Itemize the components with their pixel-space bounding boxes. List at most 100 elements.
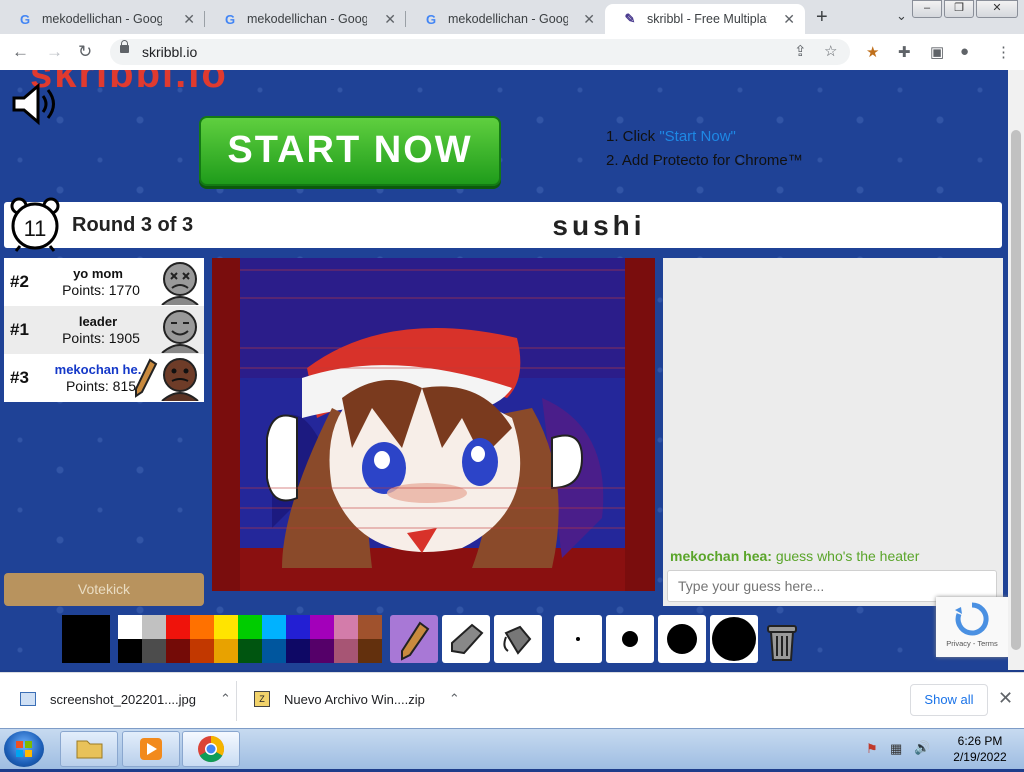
chat-text: guess who's the heater: [775, 548, 920, 564]
color-swatch[interactable]: [286, 615, 310, 639]
color-swatch[interactable]: [286, 639, 310, 663]
avatar-smile-icon: [161, 310, 199, 353]
new-tab-icon[interactable]: +: [816, 6, 828, 29]
back-icon[interactable]: ←: [12, 42, 29, 62]
google-icon: G: [19, 11, 31, 27]
player-rank: #1: [10, 320, 29, 339]
close-window-button[interactable]: ✕: [976, 0, 1018, 18]
ad-step-1: 1. Click "Start Now": [606, 128, 736, 145]
brush-size-2-button[interactable]: [606, 615, 654, 663]
color-swatch[interactable]: [142, 639, 166, 663]
divider: [236, 681, 237, 721]
profile-icon[interactable]: ●: [960, 43, 969, 60]
color-swatch[interactable]: [334, 615, 358, 639]
download-item[interactable]: screenshot_202201....jpg ⌃: [20, 691, 231, 707]
color-swatch[interactable]: [142, 615, 166, 639]
explorer-taskbar-button[interactable]: [60, 731, 118, 767]
color-swatch[interactable]: [238, 639, 262, 663]
skribbl-page: skribbl.io START NOW 1. Click "Start Now…: [0, 70, 1008, 670]
pencil-tool-button[interactable]: [390, 615, 438, 663]
tab-skribbl[interactable]: ✎ skribbl - Free Multiplayer ✕: [605, 4, 805, 34]
chat-message: mekochan hea: guess who's the heater: [670, 548, 919, 564]
tab-google-3[interactable]: G mekodellichan - Google S ✕: [406, 4, 605, 34]
color-swatch[interactable]: [190, 615, 214, 639]
color-swatch[interactable]: [118, 639, 142, 663]
color-swatch[interactable]: [214, 615, 238, 639]
show-all-button[interactable]: Show all: [910, 684, 988, 716]
color-swatch[interactable]: [262, 615, 286, 639]
current-color-swatch: [62, 615, 110, 663]
speaker-icon[interactable]: [10, 82, 56, 126]
close-icon[interactable]: ✕: [998, 688, 1013, 709]
color-swatch[interactable]: [190, 639, 214, 663]
current-word: sushi: [552, 210, 646, 241]
extension-star-icon[interactable]: ★: [866, 43, 879, 61]
sidepanel-icon[interactable]: ▣: [930, 43, 944, 61]
maximize-button[interactable]: ❐: [944, 0, 974, 18]
chrome-taskbar-button[interactable]: [182, 731, 240, 767]
minimize-button[interactable]: –: [912, 0, 942, 18]
color-swatch[interactable]: [166, 639, 190, 663]
fill-tool-button[interactable]: [494, 615, 542, 663]
taskbar-clock[interactable]: 6:26 PM 2/19/2022: [940, 733, 1020, 765]
brush-size-1-button[interactable]: [554, 615, 602, 663]
close-tab-icon[interactable]: ✕: [783, 11, 795, 28]
color-swatch[interactable]: [310, 615, 334, 639]
volume-icon[interactable]: 🔊: [914, 740, 930, 756]
color-swatch[interactable]: [262, 639, 286, 663]
player-points: Points: 1905: [62, 330, 140, 346]
eraser-icon: [451, 623, 484, 655]
network-icon[interactable]: ▦: [890, 741, 902, 757]
close-tab-icon[interactable]: ✕: [183, 11, 195, 28]
image-file-icon: [20, 692, 36, 706]
bookmark-star-icon[interactable]: ☆: [824, 42, 837, 60]
google-icon: G: [224, 11, 236, 27]
color-swatch[interactable]: [310, 639, 334, 663]
chevron-up-icon[interactable]: ⌃: [220, 691, 231, 707]
puzzle-icon[interactable]: ✚: [898, 43, 911, 61]
start-button[interactable]: [4, 731, 44, 767]
avatar-brown-icon: [161, 358, 199, 401]
page-scrollbar[interactable]: [1008, 70, 1024, 670]
tab-strip: G mekodellichan - Google S ✕ G mekodelli…: [0, 0, 1024, 34]
color-swatch[interactable]: [238, 615, 262, 639]
chat-panel: mekochan hea: guess who's the heater: [663, 258, 1003, 606]
color-swatch[interactable]: [358, 615, 382, 639]
download-item[interactable]: Z Nuevo Archivo Win....zip ⌃: [254, 691, 460, 707]
close-tab-icon[interactable]: ✕: [583, 11, 595, 28]
recaptcha-text[interactable]: Privacy - Terms: [936, 639, 1008, 648]
color-swatch[interactable]: [358, 639, 382, 663]
player-list: #2 yo mom Points: 1770 #1 leader Points:…: [4, 258, 204, 402]
lock-icon: [120, 40, 129, 53]
color-swatch[interactable]: [214, 639, 238, 663]
brush-size-3-button[interactable]: [658, 615, 706, 663]
tab-google-1[interactable]: G mekodellichan - Google S ✕: [0, 4, 205, 34]
scrollbar-thumb[interactable]: [1011, 130, 1021, 650]
flag-icon[interactable]: ⚑: [866, 741, 878, 757]
menu-icon[interactable]: ⋮: [996, 43, 1011, 61]
tab-title: skribbl - Free Multiplayer: [647, 12, 767, 26]
votekick-button[interactable]: Votekick: [4, 573, 204, 606]
address-bar[interactable]: skribbl.io ⇪ ☆: [110, 39, 850, 65]
chevron-down-icon[interactable]: ⌄: [896, 8, 907, 24]
ad-step-1-link[interactable]: "Start Now": [659, 128, 736, 145]
avatar-dead-icon: [161, 262, 199, 305]
reload-icon[interactable]: ↻: [78, 42, 92, 62]
color-swatch[interactable]: [334, 639, 358, 663]
share-icon[interactable]: ⇪: [794, 42, 807, 60]
recaptcha-badge[interactable]: Privacy - Terms: [936, 597, 1008, 657]
player-name: yo mom: [73, 266, 123, 281]
tab-google-2[interactable]: G mekodellichan - Google S ✕: [205, 4, 406, 34]
color-swatch[interactable]: [118, 615, 142, 639]
player-row-me: #3 mekochan he. Points: 815: [4, 354, 204, 402]
color-swatch[interactable]: [166, 615, 190, 639]
chevron-up-icon[interactable]: ⌃: [449, 691, 460, 707]
forward-icon[interactable]: →: [46, 42, 63, 62]
close-tab-icon[interactable]: ✕: [384, 11, 396, 28]
drawing-canvas[interactable]: [212, 258, 655, 591]
brush-size-4-button[interactable]: [710, 615, 758, 663]
trash-icon[interactable]: [762, 618, 802, 662]
eraser-tool-button[interactable]: [442, 615, 490, 663]
media-player-taskbar-button[interactable]: [122, 731, 180, 767]
start-now-button[interactable]: START NOW: [199, 116, 501, 186]
